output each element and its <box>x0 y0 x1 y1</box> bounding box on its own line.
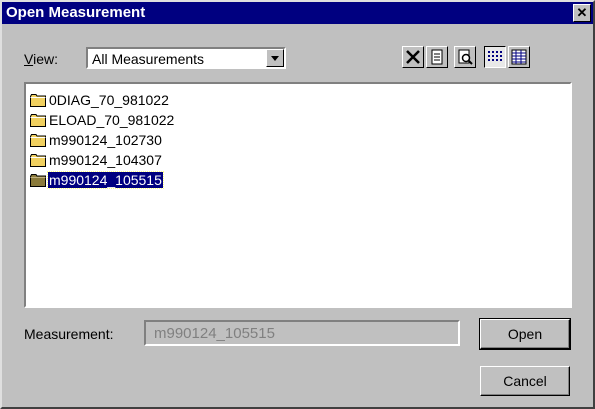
preview-button[interactable] <box>454 46 476 68</box>
view-label-rest: iew: <box>33 51 58 67</box>
view-select[interactable]: All Measurements <box>86 47 286 69</box>
preview-icon <box>458 49 473 65</box>
view-label-accel: V <box>24 51 34 67</box>
measurement-label: Measurement: <box>24 326 114 342</box>
list-item-label: 0DIAG_70_981022 <box>49 92 169 108</box>
view-label: View: <box>24 51 58 67</box>
list-view-icon <box>488 51 502 61</box>
delete-icon <box>406 50 420 64</box>
properties-icon <box>431 49 443 65</box>
measurement-value: m990124_105515 <box>154 325 275 342</box>
close-button[interactable]: ✕ <box>573 4 591 22</box>
view-select-value: All Measurements <box>92 51 205 67</box>
list-item-selected[interactable]: m990124_105515 <box>30 170 164 190</box>
folder-icon <box>30 133 46 147</box>
list-item[interactable]: 0DIAG_70_981022 <box>30 90 170 110</box>
view-dropdown-button[interactable] <box>266 49 284 67</box>
open-button[interactable]: Open <box>479 318 571 350</box>
list-item-label: m990124_102730 <box>49 132 162 148</box>
dialog-title: Open Measurement <box>6 4 146 21</box>
close-icon: ✕ <box>576 5 588 20</box>
chevron-down-icon <box>271 56 279 61</box>
cancel-button[interactable]: Cancel <box>480 366 570 396</box>
folder-icon <box>30 93 46 107</box>
list-item-label: ELOAD_70_981022 <box>49 112 175 128</box>
folder-icon <box>30 113 46 127</box>
measurement-field[interactable]: m990124_105515 <box>144 320 460 346</box>
list-view-button[interactable] <box>484 46 506 68</box>
title-bar[interactable]: Open Measurement ✕ <box>2 2 593 24</box>
list-item-label: m990124_104307 <box>49 152 162 168</box>
list-item-label: m990124_105515 <box>47 171 164 189</box>
open-measurement-dialog: Open Measurement ✕ View: All Measurement… <box>0 0 595 409</box>
details-view-button[interactable] <box>508 46 530 68</box>
folder-icon <box>30 173 46 187</box>
list-item[interactable]: ELOAD_70_981022 <box>30 110 175 130</box>
delete-button[interactable] <box>402 46 424 68</box>
details-view-icon <box>511 49 527 65</box>
measurement-list[interactable]: 0DIAG_70_981022 ELOAD_70_981022 m990124_… <box>24 82 572 308</box>
folder-icon <box>30 153 46 167</box>
properties-button[interactable] <box>426 46 448 68</box>
list-item[interactable]: m990124_102730 <box>30 130 163 150</box>
list-item[interactable]: m990124_104307 <box>30 150 163 170</box>
